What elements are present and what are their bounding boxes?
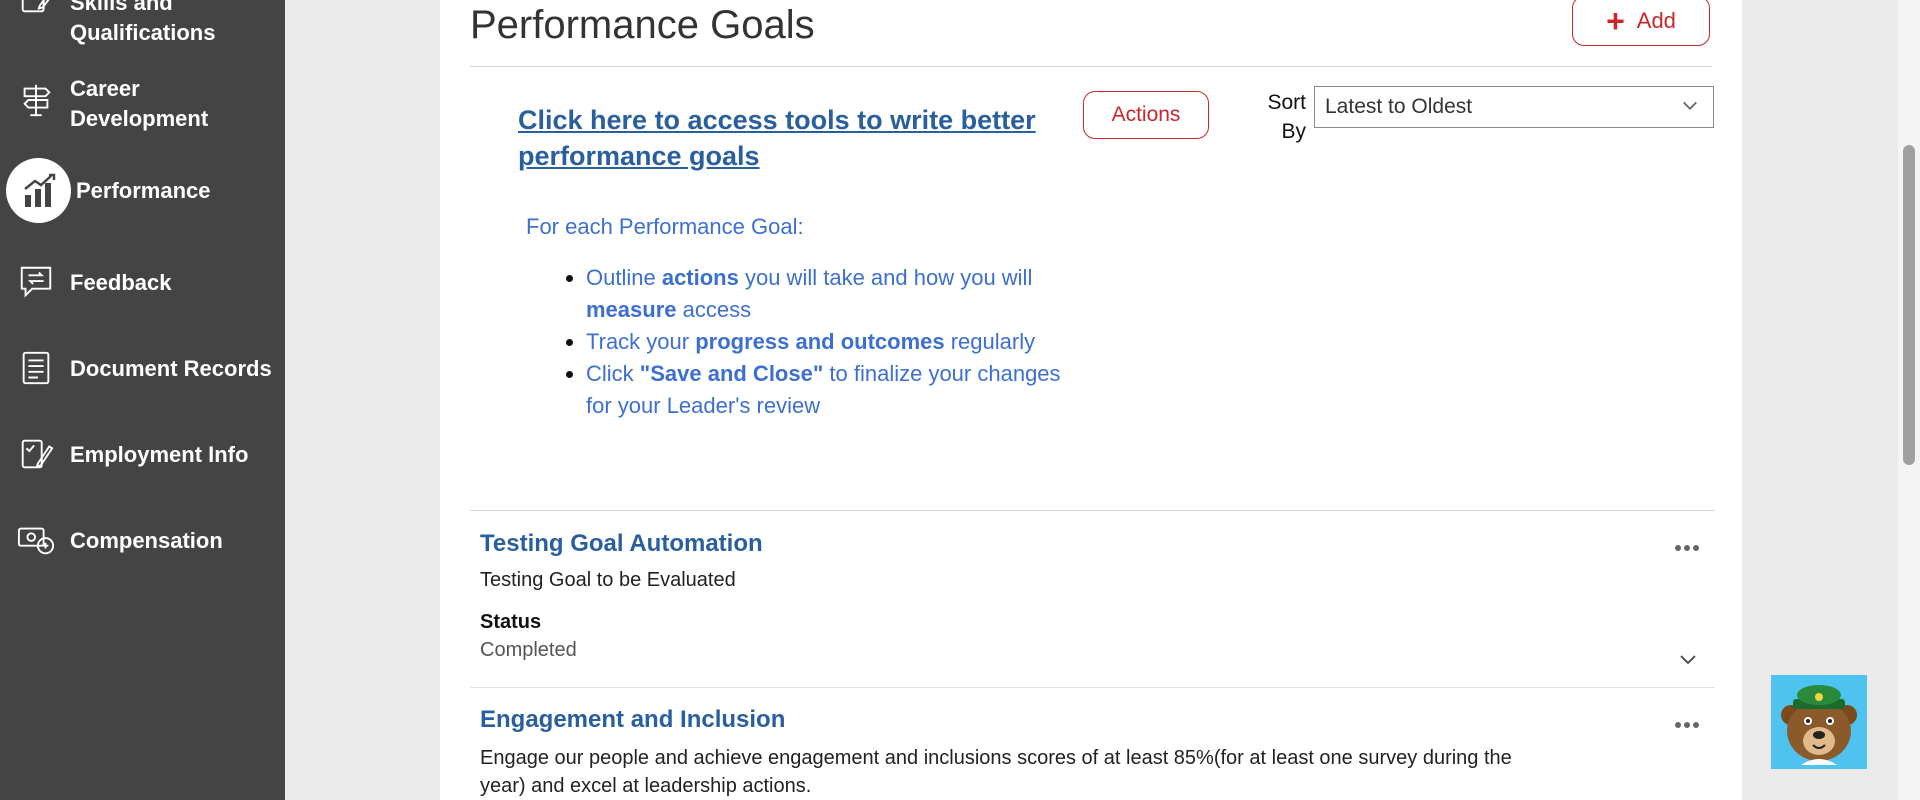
sidebar-item-performance[interactable]: Performance [0,158,285,224]
dot [1693,545,1699,551]
document-icon [16,348,56,388]
divider [470,510,1715,511]
sidebar-item-label: Performance [76,178,211,203]
sidebar-nav: Skills and Qualifications Career Develop… [0,0,285,800]
dot [1675,722,1681,728]
sidebar-item-label: Document Records [70,356,272,381]
sidebar-item-feedback[interactable]: Feedback [0,262,285,306]
goal-status-label: Status [480,611,542,633]
bear-mascot-icon [1781,685,1857,765]
add-goal-button[interactable]: + Add [1572,0,1710,46]
instructions-list: Outline actions you will take and how yo… [586,262,1076,422]
goal-title[interactable]: Engagement and Inclusion [480,705,785,735]
sidebar-item-compensation[interactable]: Compensation [0,520,285,564]
divider [470,687,1715,688]
goal-description: Engage our people and achieve engagement… [480,747,1512,797]
goal-description: Testing Goal to be Evaluated [480,569,736,591]
dot [1684,722,1690,728]
more-options-button[interactable] [1672,538,1702,558]
dot [1684,545,1690,551]
sort-select[interactable]: Latest to Oldest [1314,86,1714,128]
chat-feedback-icon [16,262,56,302]
sidebar-item-label: Career Development [70,76,209,131]
instructions-heading: For each Performance Goal: [526,214,804,239]
sidebar-item-label: Skills and Qualifications [70,0,216,45]
assistant-mascot-button[interactable] [1771,675,1867,769]
scrollbar[interactable] [1898,0,1920,800]
actions-button[interactable]: Actions [1083,91,1209,139]
sort-by-label: Sort By [1267,91,1306,143]
divider [470,66,1712,67]
list-item: Click "Save and Close" to finalize your … [586,358,1076,422]
sidebar-item-skills-and-qualifications[interactable]: Skills and Qualifications [0,0,285,48]
dot [1693,722,1699,728]
bar-chart-icon [6,158,71,223]
sidebar-item-label: Compensation [70,528,223,553]
page-title: Performance Goals [470,3,815,47]
goal-writing-tools-link[interactable]: Click here to access tools to write bett… [518,102,1078,174]
goal-instructions: For each Performance Goal: Outline actio… [526,212,1061,418]
scrollbar-thumb[interactable] [1903,145,1915,465]
sidebar-item-document-records[interactable]: Document Records [0,348,285,392]
chevron-down-icon[interactable] [1676,648,1700,672]
checklist-pencil-icon [16,434,56,474]
sidebar-item-label: Employment Info [70,442,249,467]
money-icon [16,520,56,560]
chevron-down-icon [1683,101,1697,110]
list-item: Track your progress and outcomes regular… [586,326,1076,358]
more-options-button[interactable] [1672,715,1702,735]
main-panel: Performance Goals + Add Click here to ac… [440,0,1742,800]
sidebar-item-career-development[interactable]: Career Development [0,74,285,138]
sidebar-item-employment-info[interactable]: Employment Info [0,434,285,478]
goal-title[interactable]: Testing Goal Automation [480,529,763,559]
sort-select-value: Latest to Oldest [1325,95,1473,118]
add-button-label: Add [1636,8,1676,33]
signpost-icon [16,80,56,120]
checklist-pencil-icon [16,0,56,18]
sidebar-item-label: Feedback [70,270,172,295]
goal-status-value: Completed [480,639,577,661]
list-item: Outline actions you will take and how yo… [586,262,1076,326]
plus-icon: + [1606,3,1625,39]
dot [1675,545,1681,551]
